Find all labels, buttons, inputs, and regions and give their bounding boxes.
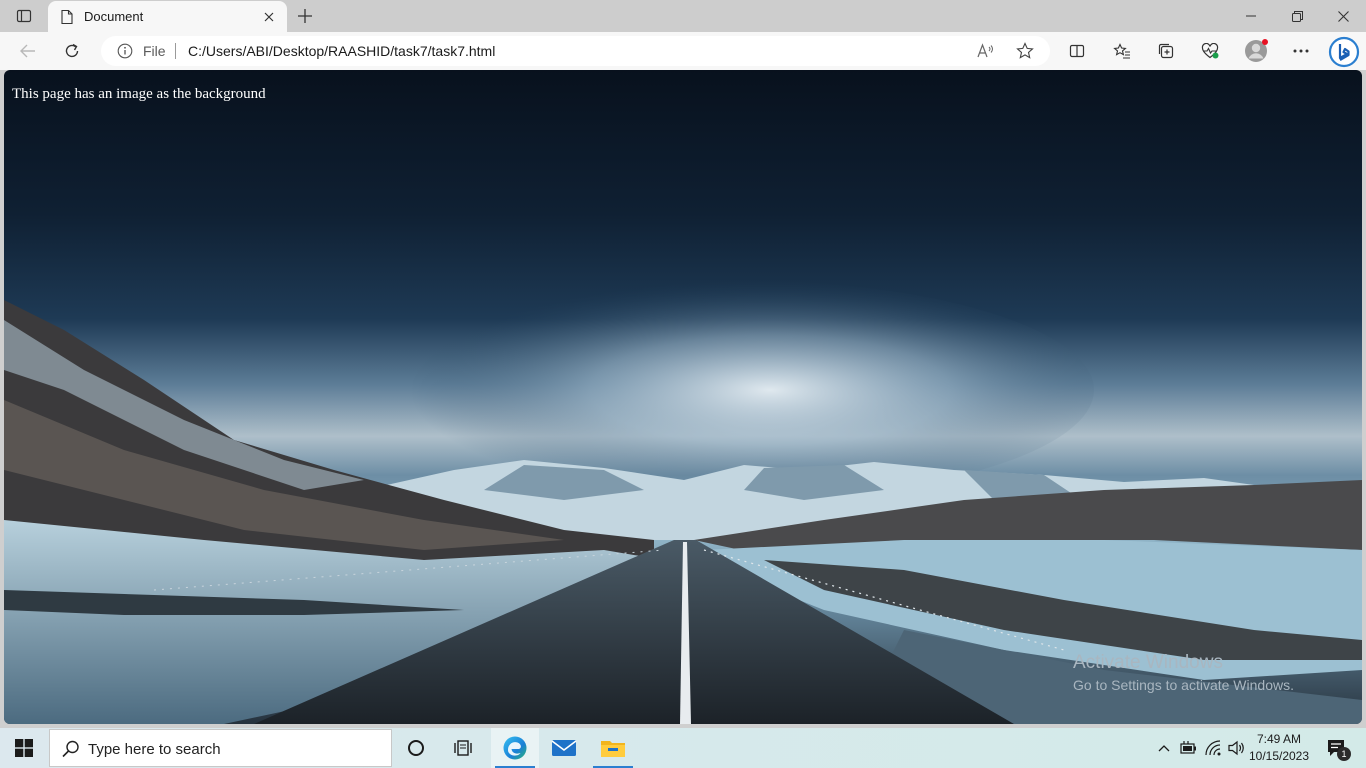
- wifi-icon: [1205, 740, 1221, 756]
- page-body-text: This page has an image as the background: [12, 86, 266, 102]
- search-icon: [62, 740, 79, 758]
- address-divider: [175, 43, 176, 59]
- taskbar-app-mail[interactable]: [540, 728, 588, 768]
- edge-icon: [503, 736, 527, 760]
- activate-title: Activate Windows: [1073, 652, 1223, 673]
- favorites-icon: [1113, 43, 1130, 59]
- split-screen-icon: [1069, 44, 1085, 58]
- browser-toolbar: File C:/Users/ABI/Desktop/RAASHID/task7/…: [0, 32, 1366, 70]
- window-close-button[interactable]: [1320, 0, 1366, 32]
- site-scheme-label[interactable]: File: [143, 43, 166, 59]
- back-button[interactable]: [13, 37, 43, 65]
- address-bar[interactable]: File C:/Users/ABI/Desktop/RAASHID/task7/…: [101, 36, 1050, 66]
- read-aloud-button[interactable]: [975, 41, 997, 61]
- chevron-up-icon: [1158, 745, 1170, 752]
- taskbar-search-box[interactable]: Type here to search: [49, 729, 392, 767]
- info-icon[interactable]: [117, 43, 133, 59]
- tab-strip: Document: [0, 0, 1366, 32]
- windows-logo-icon: [15, 739, 33, 757]
- task-view-button[interactable]: [440, 728, 488, 768]
- mail-icon: [551, 740, 577, 756]
- notification-count-badge: 1: [1337, 747, 1351, 761]
- tab-actions-icon: [16, 9, 32, 23]
- arrow-left-icon: [20, 44, 35, 58]
- taskbar-app-file-explorer[interactable]: [589, 728, 637, 768]
- favorites-button[interactable]: [1107, 37, 1137, 65]
- close-icon: [1337, 10, 1349, 22]
- start-button[interactable]: [0, 728, 48, 768]
- restore-icon: [1291, 10, 1303, 22]
- collections-button[interactable]: [1151, 37, 1181, 65]
- page-viewport: This page has an image as the background…: [4, 70, 1362, 724]
- taskbar-clock[interactable]: 7:49 AM 10/15/2023: [1248, 731, 1310, 765]
- more-icon: [1293, 49, 1309, 53]
- search-placeholder: Type here to search: [88, 741, 221, 758]
- battery-plug-icon: [1180, 741, 1196, 754]
- taskbar: Type here to search 7:49 AM 10/15/2023 1: [0, 728, 1366, 768]
- tab-title: Document: [84, 9, 144, 24]
- task-view-icon: [454, 740, 472, 756]
- split-screen-button[interactable]: [1062, 37, 1092, 65]
- activate-subtitle: Go to Settings to activate Windows.: [1073, 677, 1294, 693]
- background-image: [4, 280, 1362, 724]
- close-icon: [264, 12, 274, 22]
- copilot-button[interactable]: [1327, 35, 1361, 69]
- battery-button[interactable]: [1178, 738, 1198, 758]
- speaker-icon: [1228, 740, 1244, 756]
- plus-icon: [298, 9, 312, 23]
- bing-icon: [1328, 36, 1360, 68]
- taskbar-app-edge[interactable]: [491, 728, 539, 768]
- notification-center-button[interactable]: 1: [1318, 734, 1354, 762]
- collections-icon: [1158, 43, 1174, 59]
- heart-pulse-icon: [1201, 43, 1219, 59]
- cortana-button[interactable]: [392, 728, 440, 768]
- page-icon: [61, 9, 73, 25]
- avatar-icon: [1245, 39, 1268, 62]
- settings-more-button[interactable]: [1286, 37, 1316, 65]
- add-favorite-button[interactable]: [1014, 41, 1036, 61]
- star-icon: [1016, 42, 1034, 59]
- new-tab-button[interactable]: [292, 4, 318, 28]
- refresh-icon: [65, 43, 79, 58]
- refresh-button[interactable]: [57, 37, 87, 65]
- show-hidden-icons-button[interactable]: [1154, 738, 1174, 758]
- profile-button[interactable]: [1241, 37, 1271, 65]
- minimize-button[interactable]: [1228, 0, 1274, 32]
- volume-button[interactable]: [1227, 738, 1247, 758]
- file-explorer-icon: [601, 741, 625, 757]
- tab-close-button[interactable]: [259, 7, 279, 27]
- cortana-icon: [408, 740, 424, 756]
- browser-essentials-button[interactable]: [1195, 37, 1225, 65]
- clock-time: 7:49 AM: [1256, 732, 1302, 746]
- minimize-icon: [1246, 15, 1256, 17]
- activate-windows-watermark: Activate Windows Go to Settings to activ…: [1073, 652, 1294, 696]
- tab-document[interactable]: Document: [48, 1, 287, 32]
- url-text[interactable]: C:/Users/ABI/Desktop/RAASHID/task7/task7…: [188, 43, 495, 59]
- restore-button[interactable]: [1274, 0, 1320, 32]
- tab-actions-button[interactable]: [6, 4, 42, 28]
- clock-date: 10/15/2023: [1248, 749, 1310, 763]
- network-button[interactable]: [1203, 738, 1223, 758]
- read-aloud-icon: [977, 43, 993, 58]
